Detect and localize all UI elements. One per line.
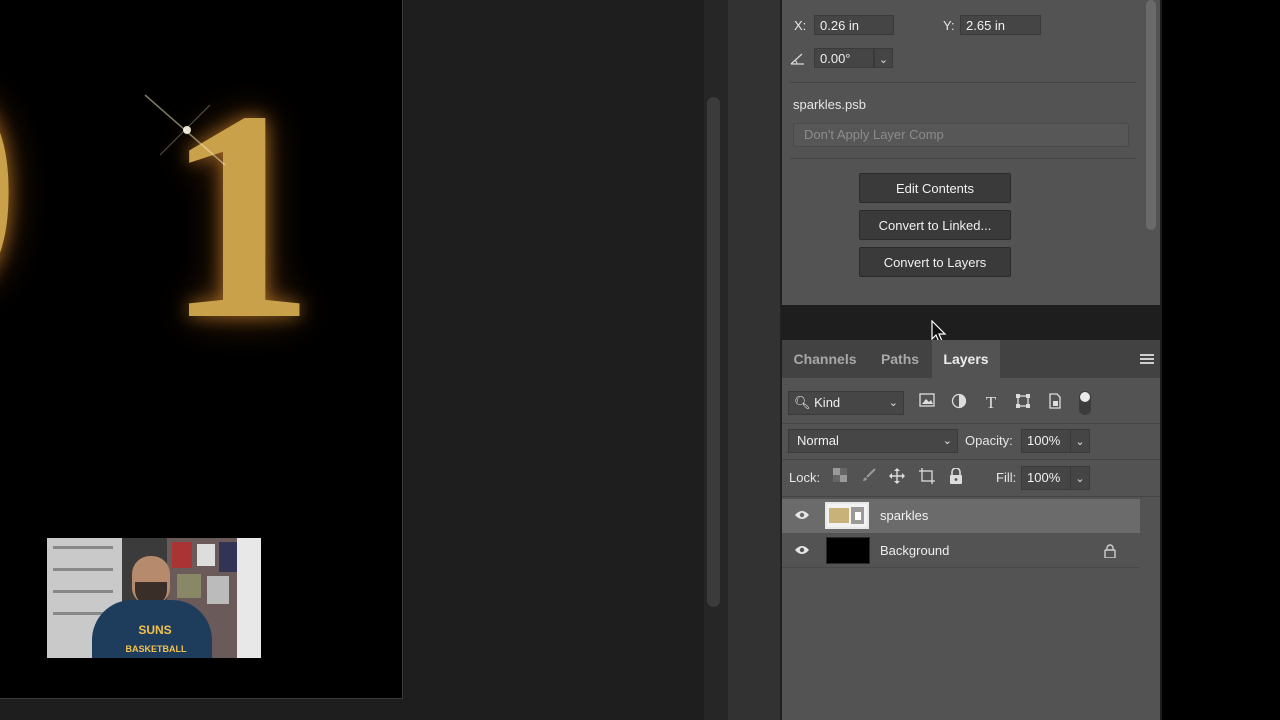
fill-label: Fill: <box>996 470 1017 485</box>
right-edge <box>1162 0 1280 720</box>
properties-panel: X: 0.26 in Y: 2.65 in 0.00° ⌄ sparkles.p… <box>782 0 1160 305</box>
tab-paths[interactable]: Paths <box>868 340 932 378</box>
edit-contents-button[interactable]: Edit Contents <box>859 173 1011 203</box>
divider <box>790 158 1136 159</box>
rotation-dropdown[interactable]: ⌄ <box>874 48 893 68</box>
filter-toggle[interactable] <box>1079 391 1091 415</box>
collapsed-panel-strip <box>728 0 781 720</box>
tab-channels[interactable]: Channels <box>782 340 868 378</box>
chevron-down-icon: ⌄ <box>888 397 898 409</box>
layer-lock-icon <box>1104 544 1116 561</box>
properties-scrollbar[interactable] <box>1146 0 1156 230</box>
filter-type-icon[interactable]: T <box>981 393 1001 413</box>
chevron-down-icon: ⌄ <box>1075 436 1085 448</box>
opacity-field[interactable]: 100% <box>1021 429 1071 453</box>
fill-field[interactable]: 100% <box>1021 466 1071 490</box>
document-canvas[interactable]: 0 1 SUNS BASKETBALL <box>0 0 403 699</box>
webcam-video: SUNS BASKETBALL <box>47 538 261 658</box>
y-position-field[interactable]: 2.65 in <box>960 15 1041 35</box>
layer-name-sparkles[interactable]: sparkles <box>880 508 928 523</box>
divider <box>782 423 1160 424</box>
blend-mode-select[interactable]: Normal ⌄ <box>788 429 958 453</box>
panel-tabs: Channels Paths Layers <box>782 340 1160 378</box>
panel-menu-icon[interactable] <box>1140 354 1154 364</box>
fill-dropdown[interactable]: ⌄ <box>1070 466 1090 490</box>
canvas-scrollbar[interactable] <box>707 97 720 607</box>
convert-to-linked-button[interactable]: Convert to Linked... <box>859 210 1011 240</box>
lock-transparency-icon[interactable] <box>830 468 850 488</box>
filter-pixel-icon[interactable] <box>917 393 937 413</box>
smart-object-thumbnail <box>825 502 869 529</box>
opacity-label: Opacity: <box>965 433 1013 448</box>
y-label: Y: <box>943 18 955 33</box>
gold-numeral-zero: 0 <box>0 40 20 340</box>
background-thumbnail <box>826 537 870 564</box>
angle-icon <box>790 53 804 65</box>
lock-move-icon[interactable] <box>887 468 907 490</box>
lock-all-icon[interactable] <box>946 467 966 490</box>
divider <box>782 459 1160 460</box>
filter-adjustment-icon[interactable] <box>949 393 969 415</box>
opacity-dropdown[interactable]: ⌄ <box>1070 429 1090 453</box>
layer-comp-select[interactable]: Don't Apply Layer Comp <box>793 123 1129 147</box>
shirt-text-basketball: BASKETBALL <box>125 644 187 654</box>
chevron-down-icon: ⌄ <box>942 435 952 447</box>
filter-kind-label: Kind <box>814 395 841 410</box>
x-label: X: <box>794 18 807 33</box>
filter-smart-object-icon[interactable] <box>1045 393 1065 415</box>
chevron-down-icon: ⌄ <box>1075 473 1085 485</box>
blend-mode-label: Normal <box>797 433 839 448</box>
layer-name-background[interactable]: Background <box>880 543 949 558</box>
search-icon: 🔍︎ <box>794 395 811 410</box>
layer-row-sparkles[interactable]: sparkles <box>782 499 1140 533</box>
rotation-angle-field[interactable]: 0.00° <box>814 48 874 68</box>
chevron-down-icon: ⌄ <box>878 54 889 66</box>
visibility-eye-icon[interactable] <box>791 540 813 562</box>
convert-to-layers-button[interactable]: Convert to Layers <box>859 247 1011 277</box>
lock-label: Lock: <box>789 470 821 485</box>
tab-layers[interactable]: Layers <box>932 340 1000 378</box>
divider <box>782 496 1160 497</box>
filter-shape-icon[interactable] <box>1013 393 1033 415</box>
smart-object-filename: sparkles.psb <box>793 97 866 112</box>
shirt-text-suns: SUNS <box>138 623 172 637</box>
visibility-eye-icon[interactable] <box>791 505 813 527</box>
divider <box>790 82 1136 83</box>
layer-row-background[interactable]: Background <box>782 534 1140 568</box>
x-position-field[interactable]: 0.26 in <box>814 15 894 35</box>
lock-brush-icon[interactable] <box>859 468 879 488</box>
filter-kind-select[interactable]: 🔍︎ Kind ⌄ <box>788 391 904 415</box>
sparkle-icon <box>144 94 226 166</box>
lock-artboard-icon[interactable] <box>917 468 937 490</box>
